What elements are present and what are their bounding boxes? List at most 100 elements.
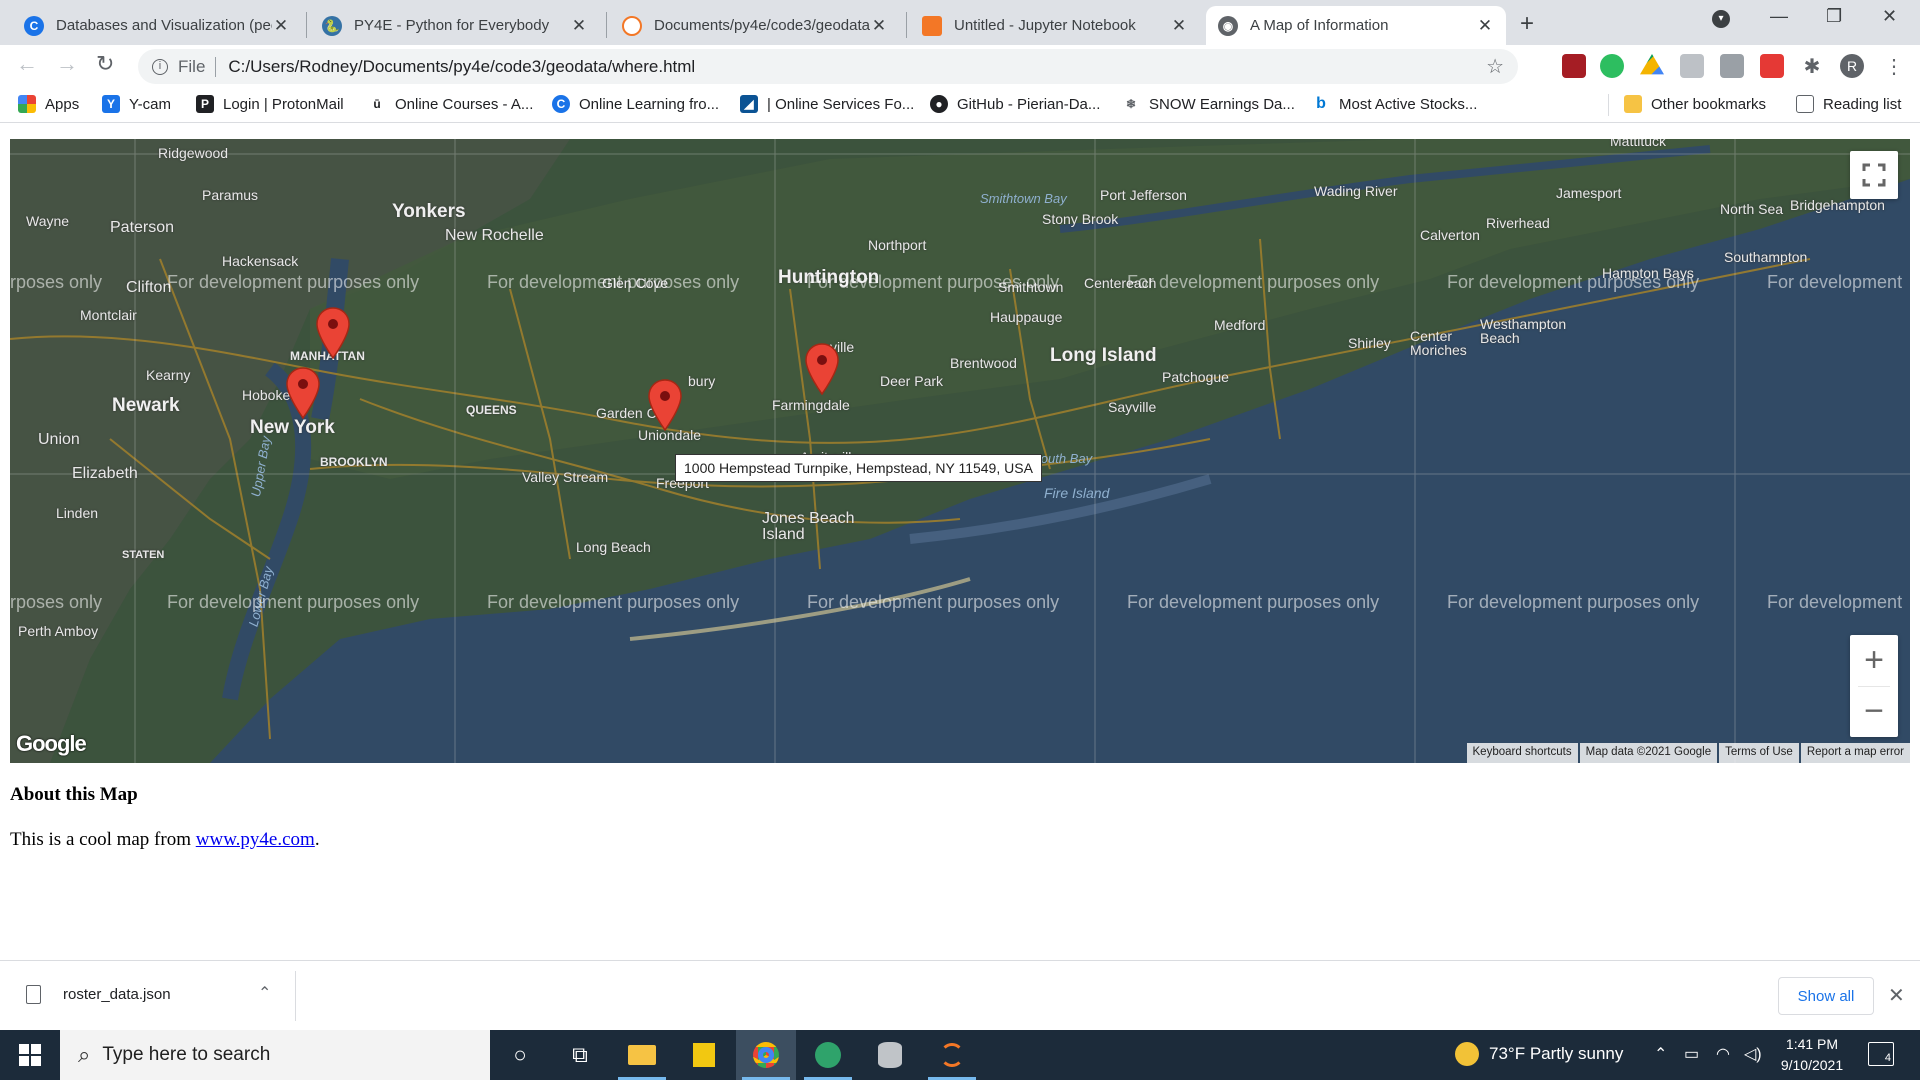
report-map-error-link[interactable]: Report a map error [1800,743,1910,763]
chevron-up-tray-icon[interactable]: ⌃ [1654,1044,1667,1064]
reading-list[interactable]: Reading list [1796,95,1901,113]
place-label: Port Jefferson [1100,187,1187,203]
map-marker[interactable] [648,379,682,431]
system-clock[interactable]: 1:41 PM 9/10/2021 [1772,1034,1852,1076]
map-terrain [10,139,1910,763]
forward-button[interactable]: → [56,51,78,77]
close-tab-icon[interactable]: ✕ [1476,16,1494,36]
tab-databases[interactable]: C Databases and Visualization (pee ✕ [12,6,302,45]
download-item[interactable]: roster_data.json [26,985,171,1004]
map-data-label: Map data ©2021 Google [1579,743,1718,763]
snow-icon: ❄ [1122,95,1140,113]
profile-avatar[interactable]: R [1840,54,1864,78]
chrome-icon[interactable] [736,1030,796,1080]
close-tab-icon[interactable]: ✕ [570,16,588,36]
jupyter-taskbar-icon[interactable] [922,1030,982,1080]
tab-geodata[interactable]: Documents/py4e/code3/geodata ✕ [610,6,900,45]
udemy-icon: ū [368,95,386,113]
taskbar-search[interactable]: ⌕ Type here to search [60,1030,490,1080]
bookmark-apps[interactable]: Apps [18,95,79,113]
chevron-up-icon[interactable]: ⌃ [258,983,271,1003]
new-tab-button[interactable]: + [1520,10,1534,38]
extensions-puzzle-icon[interactable]: ✱ [1800,54,1824,78]
close-tab-icon[interactable]: ✕ [272,16,290,36]
place-label: BROOKLYN [320,455,388,469]
extension-icon[interactable] [1680,54,1704,78]
bookmark-snow-earnings[interactable]: ❄ SNOW Earnings Da... [1122,95,1295,113]
bookmark-protonmail[interactable]: P Login | ProtonMail [196,95,344,113]
place-label: Fire Island [1044,485,1110,501]
py4e-link[interactable]: www.py4e.com [196,829,315,850]
place-label: Union [38,431,80,448]
bookmark-label: Other bookmarks [1651,95,1767,113]
keyboard-shortcuts-link[interactable]: Keyboard shortcuts [1466,743,1578,763]
task-view-icon[interactable]: ⧉ [550,1030,610,1080]
cortana-icon[interactable]: ○ [490,1030,550,1080]
clock-date: 9/10/2021 [1780,1057,1844,1073]
app-icon[interactable] [798,1030,858,1080]
omnibox-separator [215,56,217,77]
weather-widget[interactable]: 73°F Partly sunny [1455,1042,1623,1066]
dev-watermark: For development purposes only [807,272,1060,292]
fullscreen-button[interactable] [1850,151,1898,199]
lastpass-extension-icon[interactable] [1760,54,1784,78]
close-tab-icon[interactable]: ✕ [870,16,888,36]
wifi-icon[interactable]: ◠ [1716,1044,1730,1064]
google-logo[interactable]: Google [16,731,87,757]
other-bookmarks[interactable]: Other bookmarks [1624,95,1766,113]
evernote-extension-icon[interactable] [1600,54,1624,78]
tab-map-of-information[interactable]: ◉ A Map of Information ✕ [1206,6,1506,45]
start-button[interactable] [0,1030,60,1080]
minimize-button[interactable]: — [1770,6,1788,27]
power-bi-icon[interactable] [674,1030,734,1080]
bookmark-online-services[interactable]: ◢ | Online Services Fo... [740,95,914,113]
bookmark-most-active-stocks[interactable]: b Most Active Stocks... [1312,95,1477,113]
place-label: Medford [1214,317,1266,333]
google-drive-extension-icon[interactable] [1640,54,1664,75]
bookmark-ycam[interactable]: Y Y-cam [102,95,171,113]
tab-py4e[interactable]: 🐍 PY4E - Python for Everybody ✕ [310,6,600,45]
bookmark-label: Login | ProtonMail [223,95,344,113]
menu-kebab-icon[interactable]: ⋮ [1882,54,1906,78]
notification-center-icon[interactable]: 4 [1868,1042,1894,1066]
tab-search-icon[interactable]: ▾ [1712,10,1730,28]
coursera-icon: C [24,15,44,36]
tab-jupyter-notebook[interactable]: Untitled - Jupyter Notebook ✕ [910,6,1200,45]
database-icon[interactable] [860,1030,920,1080]
place-label: Jones Beach Island [762,510,855,543]
volume-icon[interactable]: ◁) [1744,1044,1762,1064]
bookmark-online-learning[interactable]: C Online Learning fro... [552,95,719,113]
back-button[interactable]: ← [16,51,38,77]
reading-list-icon [1796,95,1814,113]
map-marker[interactable] [286,367,320,419]
pdf-extension-icon[interactable] [1720,54,1744,78]
bookmark-online-courses[interactable]: ū Online Courses - A... [368,95,533,113]
tab-label: Untitled - Jupyter Notebook [954,17,1136,34]
close-window-button[interactable]: ✕ [1882,6,1897,27]
close-download-bar-icon[interactable]: ✕ [1888,983,1905,1008]
bookmark-star-icon[interactable]: ☆ [1486,54,1504,79]
zoom-in-button[interactable]: + [1850,635,1898,686]
reload-button[interactable]: ↻ [96,51,114,77]
close-tab-icon[interactable]: ✕ [1170,16,1188,36]
url-text[interactable]: C:/Users/Rodney/Documents/py4e/code3/geo… [228,57,695,77]
map-marker[interactable] [316,307,350,359]
ublock-extension-icon[interactable] [1562,54,1586,78]
place-label: Yonkers [392,201,466,222]
clock-time: 1:41 PM [1785,1036,1839,1052]
zoom-out-button[interactable]: − [1850,686,1898,737]
map-container[interactable]: Ridgewood Paramus Wayne Paterson Yonkers… [10,139,1910,763]
place-label: Jamesport [1556,185,1622,201]
place-label: Hackensack [222,253,299,269]
map-marker[interactable] [805,343,839,395]
file-explorer-icon[interactable] [612,1030,672,1080]
tab-label: A Map of Information [1250,17,1389,34]
info-icon[interactable]: i [152,58,168,75]
show-all-button[interactable]: Show all [1778,977,1874,1015]
place-label: Paterson [110,219,175,236]
maximize-button[interactable]: ❐ [1826,6,1842,27]
terms-of-use-link[interactable]: Terms of Use [1719,743,1799,763]
bookmark-github[interactable]: ● GitHub - Pierian-Da... [930,95,1100,113]
address-bar[interactable]: i File C:/Users/Rodney/Documents/py4e/co… [138,49,1518,84]
battery-icon[interactable]: ▭ [1684,1044,1699,1064]
